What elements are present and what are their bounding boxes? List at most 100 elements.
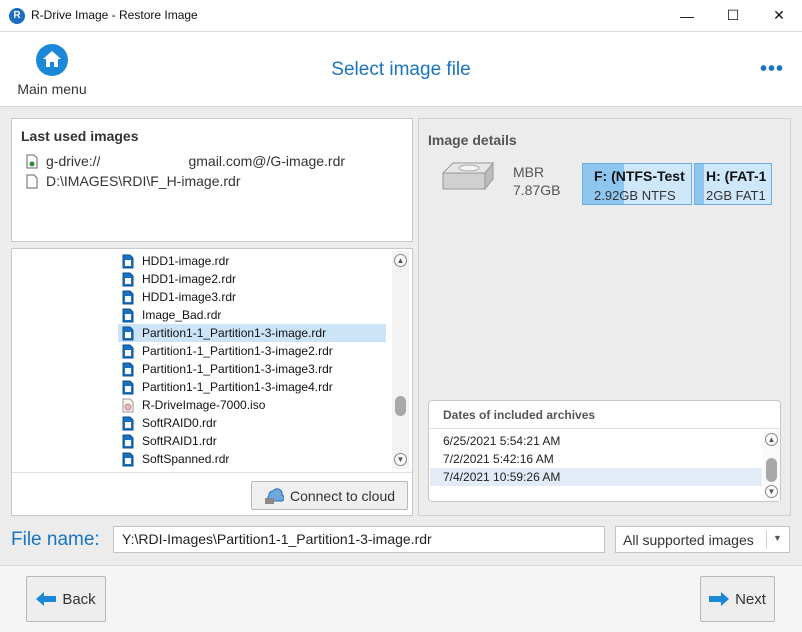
scroll-thumb[interactable] — [766, 458, 777, 482]
partition-info: 2.92GB NTFS — [594, 188, 676, 203]
file-list-item[interactable]: SoftRAID0.rdr — [118, 414, 386, 432]
next-button[interactable]: Next — [700, 576, 775, 622]
window-title: R-Drive Image - Restore Image — [31, 8, 198, 22]
scroll-down-icon[interactable]: ▼ — [765, 485, 778, 498]
file-name-text: HDD1-image2.rdr — [142, 272, 237, 286]
file-name-text: Image_Bad.rdr — [142, 308, 222, 322]
file-name-text: Partition1-1_Partition1-3-image4.rdr — [142, 380, 333, 394]
file-name-text: HDD1-image.rdr — [142, 254, 230, 268]
file-name-text: Partition1-1_Partition1-3-image.rdr — [142, 326, 327, 340]
maximize-button[interactable]: ☐ — [710, 0, 756, 31]
recent-item-prefix: D:\IMAGES\RDI\F_H-image.rdr — [46, 173, 241, 189]
file-list-scrollbar[interactable]: ▲ ▼ — [392, 251, 409, 469]
file-list-item[interactable]: HDD1-image.rdr — [118, 252, 386, 270]
divider — [12, 472, 412, 473]
rdr-file-icon — [122, 272, 134, 286]
file-list-item[interactable]: Image_Bad.rdr — [118, 306, 386, 324]
rdr-file-icon — [122, 434, 134, 448]
rdr-file-icon — [122, 254, 134, 268]
last-used-images-panel: Last used images g-drive:// gmail.com@/G… — [11, 118, 413, 242]
partition-name: H: (FAT-1 — [706, 168, 767, 184]
next-label: Next — [735, 590, 766, 608]
file-list-item[interactable]: R-DriveImage-7000.iso — [118, 396, 386, 414]
wizard-header: Main menu Select image file ••• — [0, 32, 802, 107]
arrow-right-icon — [709, 592, 730, 606]
more-options-icon[interactable]: ••• — [760, 58, 784, 81]
partition-block[interactable]: F: (NTFS-Test 2.92GB NTFS — [582, 163, 692, 205]
file-name-text: R-DriveImage-7000.iso — [142, 398, 266, 412]
last-used-heading: Last used images — [21, 128, 139, 144]
archive-date-row[interactable]: 7/2/2021 5:42:16 AM — [430, 450, 762, 468]
file-icon — [26, 174, 38, 188]
scroll-up-icon[interactable]: ▲ — [765, 433, 778, 446]
connect-to-cloud-label: Connect to cloud — [289, 487, 396, 504]
partition-block[interactable]: H: (FAT-1 2GB FAT1 — [694, 163, 772, 205]
disk-size: 7.87GB — [513, 182, 561, 198]
cloud-connect-icon — [264, 487, 284, 504]
page-title: Select image file — [331, 59, 471, 80]
rdr-file-icon — [122, 344, 134, 358]
disk-partition-style: MBR — [513, 164, 545, 180]
file-list-item[interactable]: Partition1-1_Partition1-3-image4.rdr — [118, 378, 386, 396]
archive-date-row[interactable]: 7/4/2021 10:59:26 AM — [430, 468, 762, 486]
file-name-input[interactable]: Y:\RDI-Images\Partition1-1_Partition1-3-… — [113, 526, 605, 553]
file-type-filter-select[interactable]: All supported images ▼ — [615, 526, 790, 553]
file-list-item[interactable]: SoftRAID1.rdr — [118, 432, 386, 450]
iso-file-icon — [122, 398, 134, 412]
recent-item-prefix: g-drive:// — [46, 153, 101, 169]
scroll-down-icon[interactable]: ▼ — [394, 453, 407, 466]
wizard-footer: Back Next — [0, 565, 802, 632]
cloud-file-icon — [26, 154, 38, 168]
divider — [766, 530, 767, 549]
file-type-filter-value: All supported images — [623, 532, 754, 548]
recent-image-item[interactable]: D:\IMAGES\RDI\F_H-image.rdr — [26, 172, 240, 190]
minimize-button[interactable]: — — [664, 0, 710, 31]
file-name-text: SoftRAID1.rdr — [142, 434, 217, 448]
partition-usage-fill — [695, 164, 705, 204]
file-list-item[interactable]: Partition1-1_Partition1-3-image2.rdr — [118, 342, 386, 360]
hard-disk-icon — [441, 161, 495, 191]
close-button[interactable]: ✕ — [756, 0, 802, 31]
file-list-item[interactable]: Partition1-1_Partition1-3-image.rdr — [118, 324, 386, 342]
file-name-label: File name: — [11, 529, 100, 550]
file-name-text: SoftRAID0.rdr — [142, 416, 217, 430]
back-label: Back — [62, 590, 96, 608]
archive-dates-heading: Dates of included archives — [443, 408, 596, 422]
rdr-file-icon — [122, 416, 134, 430]
image-details-heading: Image details — [428, 132, 517, 148]
main-menu-label: Main menu — [17, 81, 87, 97]
archive-dates-list[interactable]: Dates of included archives 6/25/2021 5:5… — [428, 400, 781, 502]
rdr-file-icon — [122, 380, 134, 394]
archive-date-row[interactable]: 6/25/2021 5:54:21 AM — [430, 432, 762, 450]
connect-to-cloud-button[interactable]: Connect to cloud — [251, 481, 408, 510]
file-name-text: Partition1-1_Partition1-3-image2.rdr — [142, 344, 333, 358]
rdr-file-icon — [122, 326, 134, 340]
rdr-file-icon — [122, 308, 134, 322]
file-list-item[interactable]: HDD1-image3.rdr — [118, 288, 386, 306]
app-logo-icon: R — [9, 8, 25, 24]
partition-name: F: (NTFS-Test — [594, 168, 685, 184]
scroll-up-icon[interactable]: ▲ — [394, 254, 407, 267]
scroll-thumb[interactable] — [395, 396, 406, 416]
image-details-panel: Image details MBR 7.87GB F: (NTFS-Test 2… — [418, 118, 791, 516]
recent-item-suffix: gmail.com@/G-image.rdr — [188, 153, 346, 169]
file-list-item[interactable]: HDD1-image2.rdr — [118, 270, 386, 288]
file-browser-list[interactable]: HDD1-image.rdr HDD1-image2.rdr HDD1-image3… — [11, 248, 413, 516]
rdr-file-icon — [122, 290, 134, 304]
file-list-item[interactable]: SoftSpanned.rdr — [118, 450, 386, 468]
divider — [429, 428, 780, 429]
rdr-file-icon — [122, 452, 134, 466]
file-name-text: Partition1-1_Partition1-3-image3.rdr — [142, 362, 333, 376]
back-button[interactable]: Back — [26, 576, 106, 622]
rdr-file-icon — [122, 362, 134, 376]
file-name-text: SoftSpanned.rdr — [142, 452, 230, 466]
file-name-text: HDD1-image3.rdr — [142, 290, 237, 304]
file-list-item[interactable]: Partition1-1_Partition1-3-image3.rdr — [118, 360, 386, 378]
recent-image-item[interactable]: g-drive:// gmail.com@/G-image.rdr — [26, 152, 345, 170]
dates-scrollbar[interactable]: ▲ ▼ — [763, 431, 780, 501]
title-bar: R R-Drive Image - Restore Image — ☐ ✕ — [0, 0, 802, 32]
partition-info: 2GB FAT1 — [706, 188, 766, 203]
chevron-down-icon: ▼ — [773, 533, 782, 543]
arrow-left-icon — [36, 592, 57, 606]
redacted-email — [100, 154, 189, 168]
